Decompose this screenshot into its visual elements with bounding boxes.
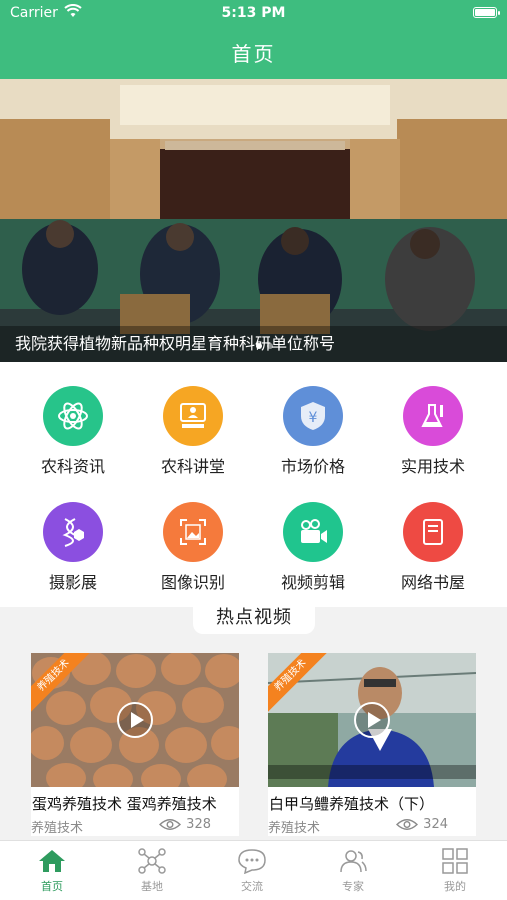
video-thumbnail[interactable]: 养殖技术 [31, 653, 239, 787]
status-time: 5:13 PM [221, 5, 286, 21]
tab-chat[interactable]: 交流 [202, 848, 302, 894]
view-count: 328 [159, 817, 211, 832]
feature-grid: 农科资讯 农科讲堂 ¥ 市场价格 实用技术 摄影展 图像识别 视频剪辑 网络书屋 [0, 362, 507, 607]
status-bar: Carrier 5:13 PM [0, 0, 507, 28]
menu-item-photo-exhibit[interactable]: 摄影展 [13, 502, 133, 593]
book-icon [403, 502, 463, 562]
menu-label: 摄影展 [48, 573, 97, 592]
grid-icon [442, 848, 468, 874]
menu-label: 市场价格 [280, 457, 345, 476]
carousel-dots [256, 343, 273, 349]
price-shield-icon: ¥ [283, 386, 343, 446]
image-scan-icon [163, 502, 223, 562]
menu-item-online-library[interactable]: 网络书屋 [373, 502, 493, 593]
tab-mine[interactable]: 我的 [405, 848, 505, 894]
view-count: 324 [396, 817, 448, 832]
carousel-dot[interactable] [267, 343, 273, 349]
top-bar: Carrier 5:13 PM 首页 [0, 0, 507, 79]
atom-icon [43, 386, 103, 446]
menu-label: 网络书屋 [400, 573, 465, 592]
tab-label: 我的 [444, 880, 466, 893]
page-title: 首页 [231, 42, 276, 66]
menu-label: 图像识别 [160, 573, 225, 592]
tab-label: 基地 [141, 880, 163, 893]
menu-item-practical-tech[interactable]: 实用技术 [373, 386, 493, 477]
menu-item-agri-lecture[interactable]: 农科讲堂 [133, 386, 253, 477]
eye-icon [159, 819, 182, 830]
tab-label: 交流 [241, 880, 263, 893]
view-count-value: 328 [186, 817, 211, 832]
home-icon [39, 850, 65, 872]
people-icon [340, 850, 367, 873]
video-card[interactable]: 养殖技术 蛋鸡养殖技术 蛋鸡养殖技术 养殖技术 328 [31, 653, 239, 836]
menu-label: 农科资讯 [40, 457, 105, 476]
video-meta: 养殖技术 328 [31, 817, 239, 836]
banner-carousel[interactable]: 我院获得植物新品种权明星育种科研单位称号 [0, 79, 507, 362]
menu-label: 实用技术 [400, 457, 465, 476]
tab-bar: 首页 基地 交流 专家 我的 [0, 840, 507, 900]
battery-icon [473, 7, 500, 18]
video-camera-icon [283, 502, 343, 562]
play-icon[interactable] [354, 702, 390, 738]
video-meta: 养殖技术 324 [268, 817, 476, 836]
tab-home[interactable]: 首页 [2, 848, 102, 894]
chat-icon [238, 849, 266, 874]
video-category: 养殖技术 [268, 821, 321, 836]
video-title: 蛋鸡养殖技术 蛋鸡养殖技术 [32, 795, 217, 813]
flask-icon [403, 386, 463, 446]
carousel-dot-active[interactable] [256, 343, 262, 349]
tab-label: 专家 [342, 880, 364, 893]
section-title: 热点视频 [193, 600, 315, 634]
eye-icon [396, 819, 419, 830]
banner-image [0, 79, 507, 362]
menu-item-agri-news[interactable]: 农科资讯 [13, 386, 133, 477]
video-category: 养殖技术 [31, 821, 84, 836]
lecture-icon [163, 386, 223, 446]
menu-label: 农科讲堂 [160, 457, 225, 476]
video-title: 白甲乌鳢养殖技术（下） [269, 795, 435, 813]
menu-item-market-price[interactable]: ¥ 市场价格 [253, 386, 373, 477]
menu-item-image-recognition[interactable]: 图像识别 [133, 502, 253, 593]
dna-icon [43, 502, 103, 562]
view-count-value: 324 [423, 817, 448, 832]
network-icon [138, 848, 166, 874]
menu-label: 视频剪辑 [280, 573, 345, 592]
tab-experts[interactable]: 专家 [303, 848, 403, 894]
tab-base[interactable]: 基地 [102, 848, 202, 894]
svg-text:¥: ¥ [309, 410, 318, 426]
video-thumbnail[interactable]: 养殖技术 [268, 653, 476, 787]
hot-videos-header: 热点视频 [0, 600, 507, 640]
play-icon[interactable] [117, 702, 153, 738]
menu-item-video-edit[interactable]: 视频剪辑 [253, 502, 373, 593]
tab-label: 首页 [41, 880, 63, 893]
video-card[interactable]: 养殖技术 白甲乌鳢养殖技术（下） 养殖技术 324 [268, 653, 476, 836]
banner-caption: 我院获得植物新品种权明星育种科研单位称号 [0, 326, 507, 362]
